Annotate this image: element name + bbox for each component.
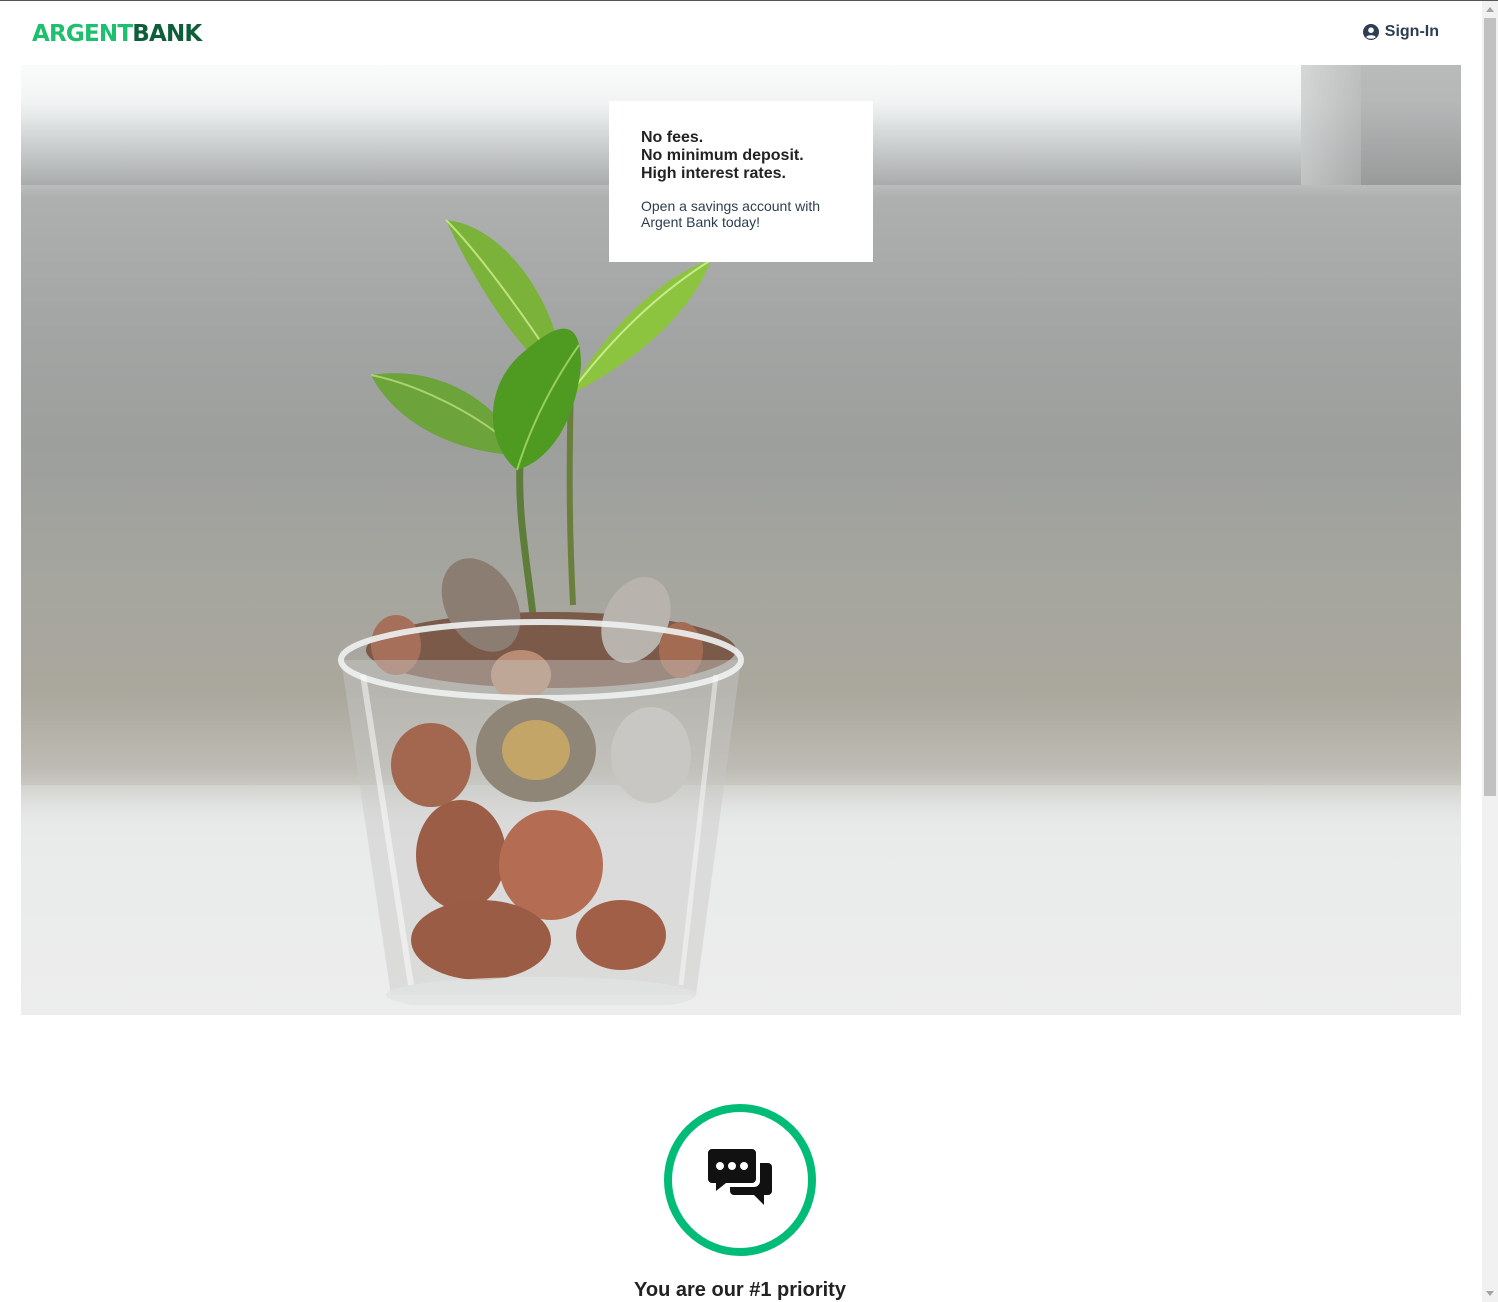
plant-in-coin-glass-image (338, 219, 744, 1005)
logo-link[interactable]: ARGENTBANK (32, 19, 202, 49)
scroll-up-arrow-icon[interactable] (1482, 1, 1498, 18)
vertical-scrollbar[interactable] (1482, 1, 1498, 1302)
chat-icon (708, 1148, 772, 1212)
logo-part-bank: BANK (132, 21, 202, 47)
main-nav: ARGENTBANK Sign-In (0, 1, 1482, 65)
hero-window-frame (1301, 65, 1361, 185)
hero-text: Open a savings account with Argent Bank … (641, 198, 820, 230)
hero-subtitle-interest: High interest rates. (641, 165, 786, 182)
feature-icon-ring (664, 1104, 816, 1256)
logo: ARGENTBANK (32, 19, 202, 49)
hero-banner: No fees. No minimum deposit. High intere… (21, 65, 1461, 1015)
hero-subtitle-no-fees: No fees. (641, 129, 704, 146)
scrollbar-thumb[interactable] (1484, 18, 1496, 796)
hero-subtitle-no-minimum: No minimum deposit. (641, 147, 804, 164)
hero-window-frame-dark (1361, 65, 1461, 185)
hero-content-card: No fees. No minimum deposit. High intere… (609, 101, 873, 262)
sign-in-link[interactable]: Sign-In (1362, 23, 1439, 41)
user-circle-icon (1362, 24, 1379, 40)
feature-title: You are our #1 priority (634, 1279, 846, 1301)
sign-in-label: Sign-In (1384, 23, 1439, 40)
scroll-down-arrow-icon[interactable] (1482, 1285, 1498, 1302)
feature-item: You are our #1 priority (560, 1104, 920, 1302)
logo-part-argent: ARGENT (32, 21, 133, 47)
